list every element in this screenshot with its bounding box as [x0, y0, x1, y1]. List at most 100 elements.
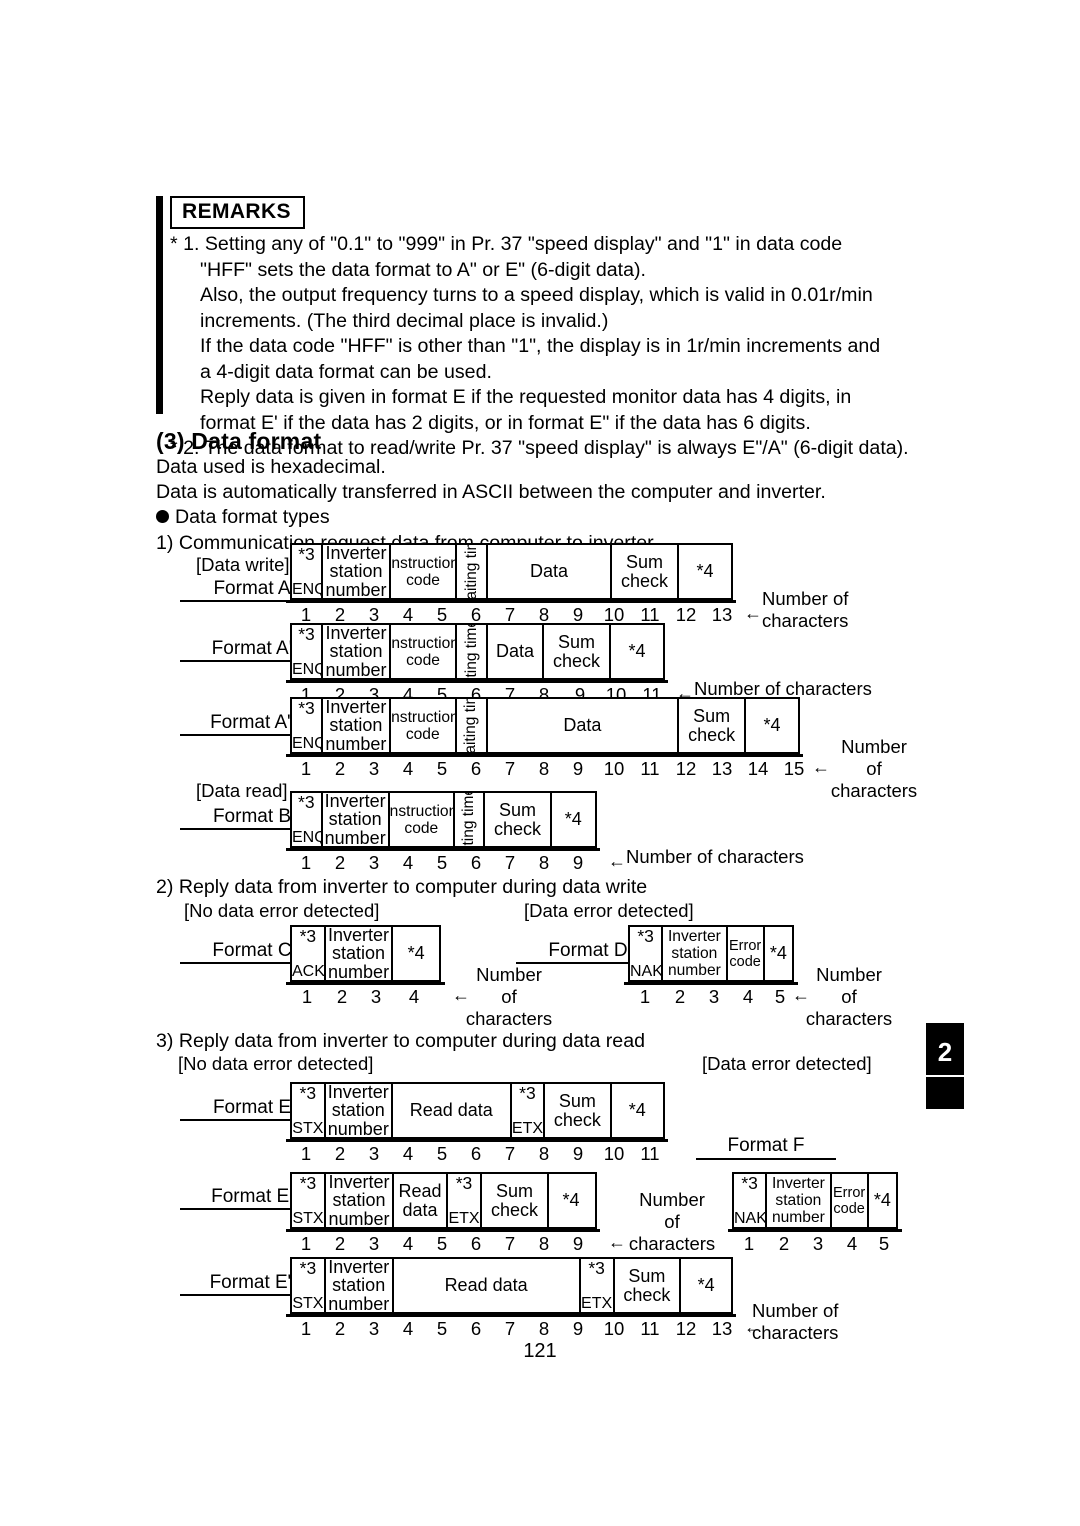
cell-star3: *3 — [588, 1259, 605, 1278]
cell-enq-label: ENQ — [292, 660, 321, 678]
cell-text: Instruction code — [390, 708, 457, 743]
cell-star3: *3 — [298, 625, 315, 644]
cell-text: Inverter station number — [667, 928, 721, 979]
char-number: 6 — [470, 852, 482, 873]
cell-instruction-code: Instruction code — [391, 545, 457, 598]
cell-nak-label: NAK — [734, 1209, 767, 1227]
cell-inverter-station-number: Inverter station number — [326, 1174, 394, 1227]
note-data-error-2: [Data error detected] — [702, 1053, 872, 1074]
format-b-note: Number of characters — [626, 846, 804, 867]
intro-line-2: Data is automatically transferred in ASC… — [156, 481, 826, 503]
note-line: of — [664, 1211, 680, 1232]
char-number: 1 — [300, 758, 312, 779]
cell-waiting-time: Waiting time *5 — [455, 793, 486, 846]
cell-sum-check: Sum check — [544, 625, 611, 678]
cell-sum-check: Sum check — [612, 545, 679, 598]
char-number: 13 — [711, 604, 733, 625]
note-line: Number of — [752, 1300, 839, 1321]
cell-text: Data — [563, 715, 602, 736]
char-number: 9 — [572, 1143, 584, 1164]
char-number: 5 — [436, 1318, 448, 1339]
char-number: 14 — [747, 758, 769, 779]
cell-read-data: Read data — [393, 1084, 512, 1137]
cell-text: Inverter station number — [325, 625, 387, 678]
cell-inverter-station-number: Inverter station number — [326, 927, 394, 980]
char-number: 7 — [504, 1143, 516, 1164]
char-number: 6 — [470, 758, 482, 779]
cell-star3: *3 — [298, 545, 315, 564]
cell-text: Inverter station number — [327, 1084, 389, 1137]
cell-star3: *3 — [637, 927, 654, 946]
char-number: 7 — [504, 1233, 516, 1254]
format-d-baseline — [624, 982, 798, 985]
note-line: of — [841, 986, 857, 1007]
data-format-types-heading: Data format types — [156, 506, 330, 529]
char-number: 8 — [538, 1143, 550, 1164]
char-number: 5 — [436, 852, 448, 873]
cell-text: Data — [495, 641, 535, 662]
note-data-write: [Data write] — [196, 554, 290, 575]
char-number: 4 — [402, 1318, 414, 1339]
format-b-boxrow: *3 ENQ Inverter station number Instructi… — [290, 791, 597, 848]
cell-instruction-code: Instruction code — [390, 793, 455, 846]
cell-inverter-station-number: Inverter station number — [323, 545, 391, 598]
char-number: 1 — [300, 1233, 312, 1254]
remarks-line: "HFF" sets the data format to A" or E" (… — [200, 258, 646, 281]
note-line: characters — [465, 1008, 553, 1029]
page-tab-marker: 2 — [926, 1023, 964, 1075]
cell-star4: *4 — [612, 1084, 663, 1137]
types-heading-label: Data format types — [175, 506, 330, 528]
char-number: 9 — [572, 1233, 584, 1254]
subsection-2: 2) Reply data from inverter to computer … — [156, 876, 648, 898]
note-line: Number — [639, 1189, 705, 1210]
cell-text: Error code — [729, 937, 762, 970]
cell-nak: *3 NAK — [734, 1174, 768, 1227]
char-number: 2 — [334, 1143, 346, 1164]
note-line: characters — [805, 1008, 893, 1029]
cell-star4: *4 — [393, 927, 439, 980]
cell-text: Sum check — [552, 632, 601, 671]
cell-text: Read data — [444, 1275, 528, 1296]
char-number: 2 — [334, 758, 346, 779]
char-number: 11 — [640, 758, 660, 779]
cell-stx: *3 STX — [292, 1084, 326, 1137]
cell-star3: *3 — [299, 1174, 317, 1193]
char-number: 3 — [368, 758, 380, 779]
cell-sum-check: Sum check — [482, 1174, 549, 1227]
char-number: 8 — [538, 852, 550, 873]
char-number: 8 — [538, 1233, 550, 1254]
cell-text: *4 — [873, 1190, 891, 1211]
char-number: 10 — [603, 758, 625, 779]
cell-star4: *4 — [681, 1259, 731, 1312]
cell-inverter-station-number: Inverter station number — [663, 927, 728, 980]
char-number: 3 — [370, 986, 382, 1007]
char-number: 11 — [640, 1143, 660, 1164]
remarks-line: Also, the output frequency turns to a sp… — [200, 284, 873, 306]
cell-sum-check: Sum check — [615, 1259, 682, 1312]
char-number: 2 — [674, 986, 686, 1007]
format-e-baseline — [286, 1139, 668, 1142]
char-number: 5 — [436, 1233, 448, 1254]
document-page: REMARKS * 1. Setting any of "0.1" to "99… — [0, 0, 1080, 1526]
cell-star3: *3 — [299, 1084, 317, 1103]
cell-star4: *4 — [552, 793, 595, 846]
cell-enq: *3 ENQ — [292, 625, 323, 678]
cell-etx: *3 ETX — [512, 1084, 546, 1137]
format-e-double-note: Number of characters — [752, 1300, 838, 1344]
format-e-double-boxrow: *3 STX Inverter station number Read data… — [290, 1257, 733, 1314]
char-number: 12 — [675, 604, 697, 625]
char-number: 4 — [846, 1233, 858, 1254]
char-number: 4 — [742, 986, 754, 1007]
remarks-line: increments. (The third decimal place is … — [200, 309, 609, 332]
cell-inverter-station-number: Inverter station number — [767, 1174, 832, 1227]
cell-etx: *3 ETX — [581, 1259, 615, 1312]
char-number: 5 — [878, 1233, 890, 1254]
char-number: 8 — [538, 758, 550, 779]
format-e-double-baseline — [286, 1314, 736, 1317]
intro-line-1: Data used is hexadecimal. — [156, 456, 386, 478]
cell-stx-label: STX — [292, 1209, 324, 1227]
note-line: characters — [628, 1233, 716, 1254]
cell-text: *4 — [628, 1100, 646, 1121]
cell-nak-label: NAK — [630, 962, 663, 980]
cell-star3: *3 — [298, 699, 315, 718]
